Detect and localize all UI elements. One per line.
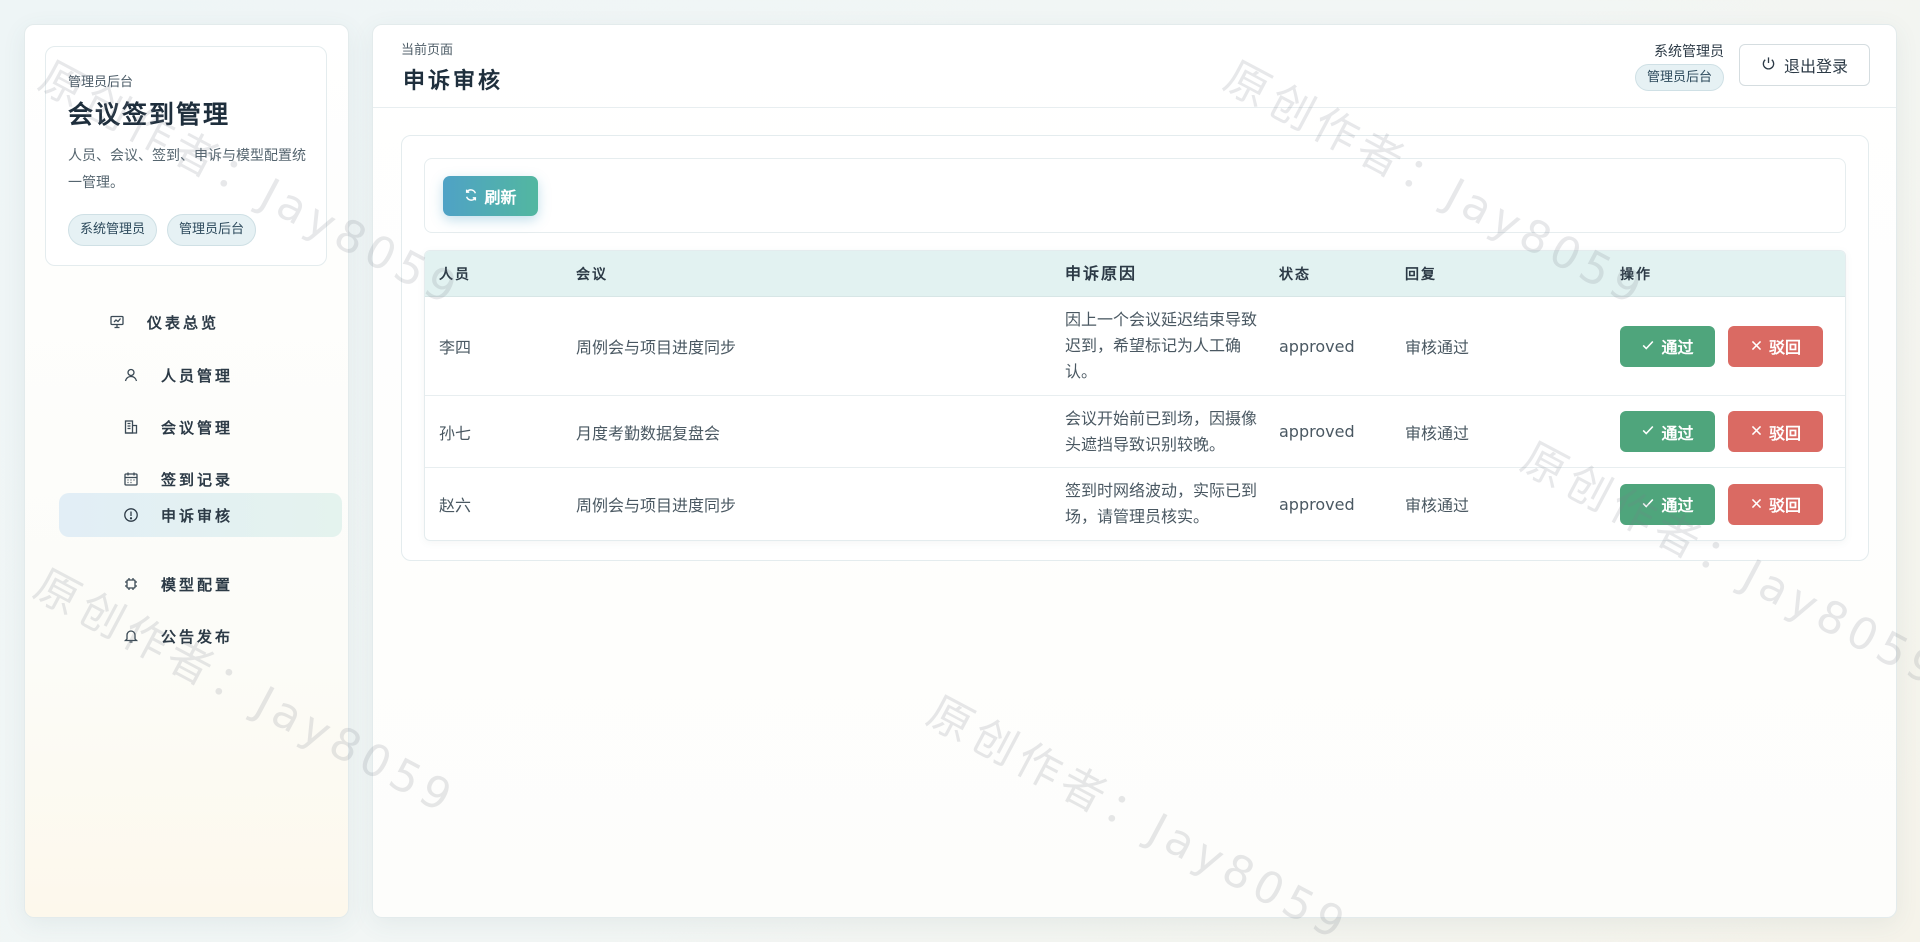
reject-button[interactable]: 驳回	[1728, 411, 1823, 452]
cell-actions: 通过 驳回	[1606, 411, 1845, 452]
sidebar-item-label: 会议管理	[161, 418, 234, 437]
logout-button[interactable]: 退出登录	[1739, 44, 1870, 86]
cell-reason: 会议开始前已到场，因摄像头遮挡导致识别较晚。	[1065, 408, 1258, 454]
brand-title: 会议签到管理	[68, 100, 231, 129]
role-chips: 系统管理员 管理员后台	[68, 214, 257, 246]
sidebar-item-announcements[interactable]: 公告发布	[121, 615, 351, 657]
sidebar: 管理员后台 会议签到管理 人员、会议、签到、申诉与模型配置统一管理。 系统管理员…	[24, 24, 349, 918]
refresh-button[interactable]: 刷新	[443, 176, 538, 216]
cell-actions: 通过 驳回	[1606, 325, 1845, 367]
sidebar-item-label: 公告发布	[161, 627, 234, 646]
brand-subtitle: 管理员后台	[68, 75, 134, 90]
approve-button[interactable]: 通过	[1620, 411, 1715, 452]
sidebar-item-label: 申诉审核	[161, 506, 234, 525]
calendar-icon	[121, 469, 141, 489]
close-icon	[1750, 495, 1763, 514]
refresh-label: 刷新	[484, 188, 517, 207]
user-name: 系统管理员	[1654, 44, 1724, 60]
breadcrumb: 当前页面	[401, 43, 454, 58]
close-icon	[1750, 337, 1763, 356]
reject-label: 驳回	[1768, 338, 1801, 357]
approve-button[interactable]: 通过	[1620, 483, 1715, 525]
column-header-reason: 申诉原因	[1065, 263, 1138, 283]
check-icon	[1641, 337, 1655, 356]
sidebar-item-label: 签到记录	[161, 470, 234, 489]
table-row: 李四 周例会与项目进度同步 因上一个会议延迟结束导致迟到，希望标记为人工确认。 …	[425, 297, 1845, 396]
role-chip-console: 管理员后台	[167, 214, 257, 246]
appeals-table: 人员 会议 申诉原因 状态 回复 操作 李四 周例会与项目进度同步 因上一个会议…	[424, 250, 1846, 541]
sidebar-item-model-config[interactable]: 模型配置	[121, 563, 351, 605]
dashboard-icon	[107, 312, 127, 332]
table-row: 孙七 月度考勤数据复盘会 会议开始前已到场，因摄像头遮挡导致识别较晚。 appr…	[425, 396, 1845, 468]
cell-person: 李四	[439, 338, 472, 357]
approve-label: 通过	[1661, 423, 1694, 443]
toolbar: 刷新	[424, 158, 1846, 233]
approve-button[interactable]: 通过	[1620, 325, 1715, 367]
check-icon	[1641, 495, 1655, 514]
bell-icon	[121, 626, 141, 646]
column-header-status: 状态	[1279, 266, 1311, 283]
sidebar-item-dashboard[interactable]: 仪表总览	[107, 301, 337, 343]
reject-button[interactable]: 驳回	[1728, 325, 1823, 367]
reject-label: 驳回	[1768, 496, 1801, 515]
sidebar-item-label: 人员管理	[161, 366, 234, 385]
column-header-person: 人员	[439, 266, 471, 283]
cell-status: approved	[1279, 494, 1355, 514]
cell-reply: 审核通过	[1405, 496, 1470, 515]
top-bar: 当前页面 申诉审核 系统管理员 管理员后台 退出登录	[373, 25, 1896, 108]
user-icon	[121, 365, 141, 385]
sidebar-item-meetings[interactable]: 会议管理	[121, 406, 351, 448]
table-header: 人员 会议 申诉原因 状态 回复 操作	[425, 251, 1845, 297]
column-header-meeting: 会议	[576, 266, 608, 283]
cell-status: approved	[1279, 336, 1355, 356]
cell-reason: 签到时网络波动，实际已到场，请管理员核实。	[1065, 481, 1258, 526]
cell-reason: 因上一个会议延迟结束导致迟到，希望标记为人工确认。	[1065, 310, 1258, 381]
approve-label: 通过	[1661, 338, 1694, 357]
sidebar-item-appeals[interactable]: 申诉审核	[59, 493, 342, 537]
cell-actions: 通过 驳回	[1606, 483, 1845, 525]
logout-label: 退出登录	[1783, 57, 1848, 76]
appeals-panel: 刷新 人员 会议 申诉原因 状态 回复 操作 李四 周例会与项目进度同步 因上一…	[401, 135, 1869, 561]
column-header-reply: 回复	[1405, 266, 1437, 283]
sidebar-item-label: 仪表总览	[147, 313, 220, 332]
cell-reply: 审核通过	[1405, 423, 1470, 443]
power-icon	[1761, 56, 1776, 75]
main-content: 当前页面 申诉审核 系统管理员 管理员后台 退出登录 刷新 人员 会议 申诉原因	[372, 24, 1897, 918]
cell-reply: 审核通过	[1405, 338, 1470, 357]
brand-card: 管理员后台 会议签到管理 人员、会议、签到、申诉与模型配置统一管理。 系统管理员…	[45, 46, 327, 266]
cell-meeting: 月度考勤数据复盘会	[576, 423, 721, 443]
brand-description: 人员、会议、签到、申诉与模型配置统一管理。	[68, 148, 306, 191]
user-role-badge: 管理员后台	[1634, 64, 1724, 91]
role-chip-admin: 系统管理员	[68, 214, 158, 246]
cell-person: 孙七	[439, 423, 472, 443]
close-icon	[1750, 422, 1763, 441]
reject-button[interactable]: 驳回	[1728, 483, 1823, 525]
table-row: 赵六 周例会与项目进度同步 签到时网络波动，实际已到场，请管理员核实。 appr…	[425, 468, 1845, 540]
chip-icon	[121, 574, 141, 594]
page-title: 申诉审核	[403, 68, 504, 94]
approve-label: 通过	[1661, 496, 1694, 515]
building-icon	[121, 417, 141, 437]
sidebar-item-users[interactable]: 人员管理	[121, 354, 351, 396]
cell-status: approved	[1279, 422, 1355, 441]
reject-label: 驳回	[1768, 423, 1801, 443]
check-icon	[1641, 422, 1655, 441]
cell-meeting: 周例会与项目进度同步	[576, 496, 737, 515]
alert-circle-icon	[121, 505, 141, 525]
refresh-icon	[464, 187, 478, 206]
cell-person: 赵六	[439, 496, 472, 515]
cell-meeting: 周例会与项目进度同步	[576, 338, 737, 357]
column-header-actions: 操作	[1620, 266, 1652, 283]
sidebar-item-label: 模型配置	[161, 575, 234, 594]
